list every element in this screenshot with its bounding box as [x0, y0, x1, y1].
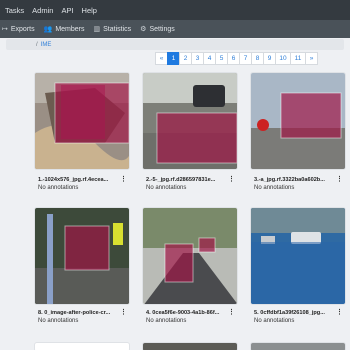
subnav-exports-label: Exports	[10, 25, 35, 33]
breadcrumb-separator: /	[36, 41, 38, 48]
card-caption: 1.-1024x576_jpg.rf.4ecea...	[38, 177, 109, 183]
image-thumbnail[interactable]	[251, 208, 345, 304]
statistics-icon: ▥	[93, 26, 101, 33]
breadcrumb-current[interactable]: IME	[41, 42, 52, 48]
card-caption: 4. 0cea5f6e-9003-4a1b-86f...	[146, 310, 220, 316]
image-card[interactable]	[250, 72, 346, 170]
breadcrumb: / IME	[6, 39, 344, 50]
thumbnail-image	[35, 208, 129, 304]
project-subnav: ↦ Exports 👥 Members ▥ Statistics ⚙ Setti…	[0, 20, 350, 38]
subnav-members[interactable]: 👥 Members	[43, 25, 85, 34]
top-navbar: Tasks Admin API Help	[0, 0, 350, 20]
card-annotation-status: No annotations	[146, 318, 187, 324]
subnav-settings-label: Settings	[149, 25, 175, 33]
image-card[interactable]	[34, 207, 130, 305]
page-next-button[interactable]: »	[305, 52, 318, 65]
card-annotation-status: No annotations	[254, 185, 295, 191]
card-annotation-status: No annotations	[38, 185, 79, 191]
card-menu-icon[interactable]: ⋮	[336, 175, 347, 183]
card-menu-icon[interactable]: ⋮	[336, 308, 347, 316]
image-card[interactable]	[142, 72, 238, 170]
image-card[interactable]	[34, 72, 130, 170]
nav-tasks[interactable]: Tasks	[5, 6, 24, 15]
export-icon: ↦	[2, 26, 8, 33]
pagination: « 1 2 3 4 5 6 7 8 9 10 11 »	[155, 52, 318, 65]
card-annotation-status: No annotations	[146, 185, 187, 191]
subnav-statistics-label: Statistics	[103, 25, 132, 33]
nav-admin[interactable]: Admin	[32, 6, 53, 15]
settings-icon: ⚙	[140, 26, 147, 33]
image-card[interactable]	[250, 207, 346, 305]
card-caption: 5. 0cffdbf1a39f26108_jpg...	[254, 310, 325, 316]
image-thumbnail[interactable]	[35, 208, 129, 304]
image-card[interactable]	[142, 207, 238, 305]
page-button-10[interactable]: 10	[275, 52, 291, 65]
image-thumbnail[interactable]	[143, 73, 237, 169]
image-card[interactable]	[34, 342, 130, 350]
card-caption: 2.-5-_jpg.rf.d286597831e...	[146, 177, 216, 183]
thumbnail-image	[251, 208, 345, 304]
image-thumbnail[interactable]	[35, 73, 129, 169]
image-thumbnail[interactable]	[251, 73, 345, 169]
card-caption: 8. 0_image-after-police-cr...	[38, 310, 111, 316]
card-annotation-status: No annotations	[254, 318, 295, 324]
thumbnail-image	[143, 73, 237, 169]
thumbnail-image	[251, 73, 345, 169]
image-thumbnail[interactable]	[143, 208, 237, 304]
nav-api[interactable]: API	[61, 6, 73, 15]
image-card[interactable]	[250, 342, 346, 350]
subnav-exports[interactable]: ↦ Exports	[2, 25, 35, 34]
card-caption: 3.-a_jpg.rf.3322ba0a602b...	[254, 177, 325, 183]
nav-help[interactable]: Help	[82, 6, 97, 15]
members-icon: 👥	[43, 26, 53, 33]
thumbnail-image	[35, 73, 129, 169]
page-button-11[interactable]: 11	[290, 52, 306, 65]
subnav-settings[interactable]: ⚙ Settings	[140, 25, 175, 34]
image-card[interactable]	[142, 342, 238, 350]
subnav-members-label: Members	[55, 25, 85, 33]
card-annotation-status: No annotations	[38, 318, 79, 324]
thumbnail-image	[143, 208, 237, 304]
subnav-statistics[interactable]: ▥ Statistics	[93, 25, 132, 34]
